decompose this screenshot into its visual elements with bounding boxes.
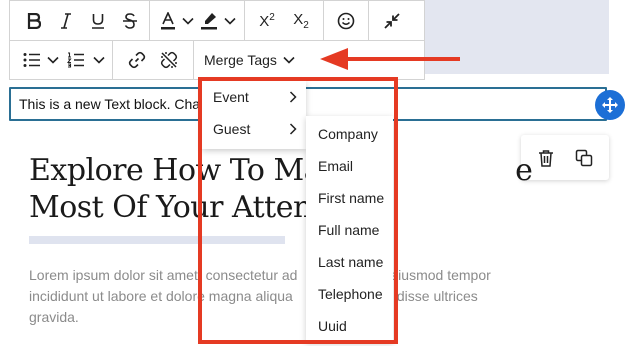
list-group — [10, 40, 113, 79]
superscript-button[interactable]: X2 — [250, 2, 284, 40]
callout-arrow-icon — [320, 48, 460, 70]
highlight-button[interactable] — [196, 2, 222, 40]
link-icon — [128, 51, 146, 68]
text-color-dropdown[interactable] — [180, 2, 196, 40]
unlink-icon — [160, 51, 178, 68]
bullet-list-button[interactable] — [20, 41, 44, 79]
color-group — [150, 1, 245, 40]
bold-button[interactable] — [18, 2, 50, 40]
superscript-icon: X2 — [259, 11, 275, 30]
italic-icon — [61, 12, 71, 29]
text-block-content: This is a new Text block. Cha — [19, 96, 201, 112]
collapse-icon — [384, 12, 400, 29]
numbered-list-button[interactable] — [62, 41, 90, 79]
chevron-down-icon — [47, 56, 59, 64]
subscript-button[interactable]: X2 — [284, 2, 318, 40]
numbered-list-dropdown[interactable] — [90, 41, 108, 79]
link-button[interactable] — [121, 41, 153, 79]
highlight-callout-box — [198, 77, 398, 344]
strikethrough-button[interactable] — [114, 2, 146, 40]
move-handle[interactable] — [595, 90, 625, 120]
merge-tags-label: Merge Tags — [204, 51, 277, 68]
bold-icon — [27, 12, 41, 29]
text-color-button[interactable] — [156, 2, 180, 40]
chevron-down-icon — [93, 56, 105, 64]
chevron-down-icon — [283, 56, 295, 64]
move-icon — [602, 97, 618, 113]
toolbar-row-2: Merge Tags — [10, 40, 305, 79]
format-group — [10, 1, 150, 40]
emoji-button[interactable] — [332, 2, 360, 40]
unlink-button[interactable] — [153, 41, 185, 79]
italic-button[interactable] — [50, 2, 82, 40]
emoji-icon — [337, 12, 355, 29]
numbered-list-icon — [67, 51, 84, 68]
link-group — [113, 40, 194, 79]
underline-button[interactable] — [82, 2, 114, 40]
emoji-group — [324, 1, 369, 40]
subscript-icon: X2 — [293, 10, 309, 31]
bullet-list-dropdown[interactable] — [44, 41, 62, 79]
duplicate-button[interactable] — [569, 143, 599, 173]
collapse-button[interactable] — [377, 2, 407, 40]
chevron-down-icon — [182, 17, 194, 25]
highlight-dropdown[interactable] — [222, 2, 238, 40]
collapse-group — [369, 1, 415, 40]
underline-icon — [92, 13, 104, 29]
merge-tags-button[interactable]: Merge Tags — [196, 41, 303, 79]
script-group: X2 X2 — [245, 1, 324, 40]
strikethrough-icon — [123, 12, 137, 29]
merge-tags-group: Merge Tags — [194, 40, 305, 79]
bullet-list-icon — [23, 52, 40, 67]
duplicate-icon — [575, 149, 593, 166]
chevron-down-icon — [224, 17, 236, 25]
toolbar-row-1: X2 X2 — [10, 1, 424, 41]
text-color-icon — [161, 11, 175, 29]
highlight-icon — [201, 12, 217, 29]
